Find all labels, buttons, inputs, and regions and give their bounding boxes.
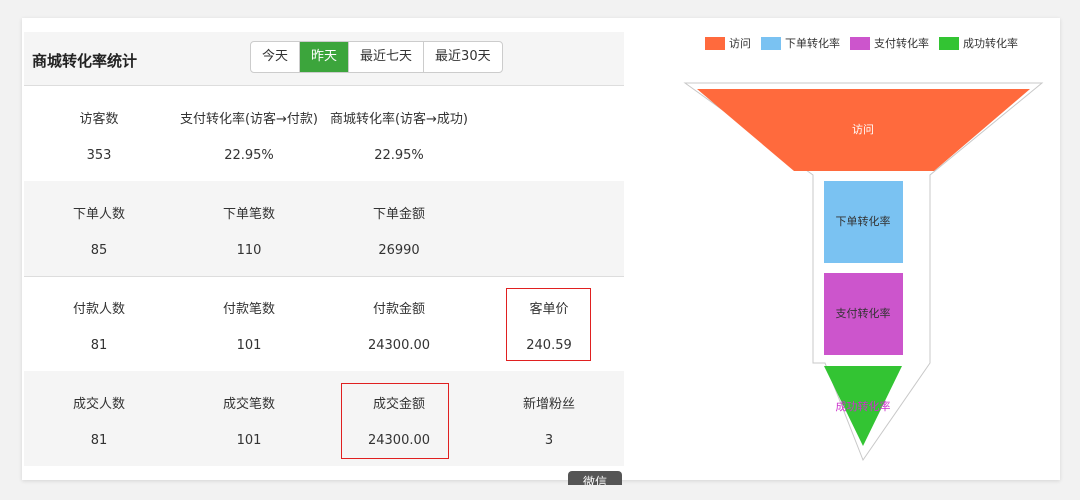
stat-label: 访客数 [79, 112, 119, 127]
legend-label: 成功转化率 [963, 37, 1018, 50]
legend-label: 下单转化率 [785, 37, 840, 50]
funnel-label-order: 下单转化率 [836, 214, 891, 228]
stats-row-deals: 成交人数 81 成交笔数 101 成交金额 24300.00 新增粉丝 3 [24, 371, 624, 466]
legend-label: 访问 [729, 37, 751, 50]
highlight-box-avg-price [506, 288, 591, 361]
chart-legend: 访问 下单转化率 支付转化率 成功转化率 [705, 35, 1018, 51]
stat-order-users: 下单人数 85 [24, 181, 174, 276]
date-range-tabs: 今天 昨天 最近七天 最近30天 [250, 41, 503, 73]
panel-title: 商城转化率统计 [32, 52, 138, 70]
legend-label: 支付转化率 [874, 37, 929, 50]
legend-item-pay[interactable]: 支付转化率 [850, 35, 929, 51]
conversion-panel: 商城转化率统计 今天 昨天 最近七天 最近30天 访客数 353 支付转化率(访… [24, 32, 624, 468]
stat-value: 85 [90, 243, 108, 258]
stat-label: 付款金额 [372, 302, 425, 317]
stat-label: 下单人数 [72, 207, 125, 222]
legend-item-success[interactable]: 成功转化率 [939, 35, 1018, 51]
stat-label: 商城转化率(访客→成功) [329, 112, 469, 127]
tab-last-7-days[interactable]: 最近七天 [349, 42, 425, 72]
stats-row-orders: 下单人数 85 下单笔数 110 下单金额 26990 [24, 181, 624, 277]
legend-swatch [761, 36, 781, 50]
legend-item-visit[interactable]: 访问 [705, 35, 751, 51]
funnel-label-visit: 访问 [852, 123, 874, 136]
stat-label: 下单金额 [372, 207, 425, 222]
legend-swatch [850, 36, 870, 50]
stat-label: 成交人数 [72, 397, 125, 412]
stat-value: 24300.00 [367, 338, 431, 353]
stat-pay-conversion: 支付转化率(访客→付款) 22.95% [174, 86, 324, 181]
tab-last-30-days[interactable]: 最近30天 [424, 42, 502, 72]
stat-pay-users: 付款人数 81 [24, 276, 174, 371]
stat-label: 成交笔数 [222, 397, 275, 412]
stats-row-visitors: 访客数 353 支付转化率(访客→付款) 22.95% 商城转化率(访客→成功)… [24, 86, 624, 182]
stat-visitors: 访客数 353 [24, 86, 174, 181]
stat-value: 101 [236, 433, 262, 448]
stat-order-amount: 下单金额 26990 [324, 181, 474, 276]
stat-mall-conversion: 商城转化率(访客→成功) 22.95% [324, 86, 474, 181]
stat-pay-amount: 付款金额 24300.00 [324, 276, 474, 371]
stat-label: 下单笔数 [222, 207, 275, 222]
tab-today[interactable]: 今天 [251, 42, 301, 72]
stat-value: 3 [544, 433, 554, 448]
stat-order-count: 下单笔数 110 [174, 181, 324, 276]
tab-yesterday[interactable]: 昨天 [300, 42, 350, 72]
stat-value: 353 [86, 148, 112, 163]
stat-value: 110 [236, 243, 262, 258]
stat-label: 付款笔数 [222, 302, 275, 317]
legend-swatch [939, 36, 959, 50]
panel-header: 商城转化率统计 今天 昨天 最近七天 最近30天 [24, 32, 624, 86]
stat-value: 22.95% [224, 148, 274, 163]
wechat-floating-button[interactable]: 微信 [568, 471, 622, 485]
stat-deal-users: 成交人数 81 [24, 371, 174, 466]
funnel-label-success: 成功转化率 [836, 399, 891, 413]
funnel-chart: 访问 下单转化率 支付转化率 成功转化率 [683, 82, 1044, 462]
legend-item-order[interactable]: 下单转化率 [761, 35, 840, 51]
legend-swatch [705, 36, 725, 50]
stat-label: 新增粉丝 [522, 397, 575, 412]
stat-label: 付款人数 [72, 302, 125, 317]
stat-value: 101 [236, 338, 262, 353]
stat-value: 22.95% [374, 148, 424, 163]
stat-label: 支付转化率(访客→付款) [179, 112, 319, 127]
stat-value: 81 [90, 433, 108, 448]
stat-pay-count: 付款笔数 101 [174, 276, 324, 371]
stat-deal-count: 成交笔数 101 [174, 371, 324, 466]
funnel-label-pay: 支付转化率 [836, 306, 891, 320]
stat-value: 26990 [378, 243, 420, 258]
stat-value: 81 [90, 338, 108, 353]
highlight-box-deal-amount [341, 383, 449, 459]
stat-new-followers: 新增粉丝 3 [474, 371, 624, 466]
